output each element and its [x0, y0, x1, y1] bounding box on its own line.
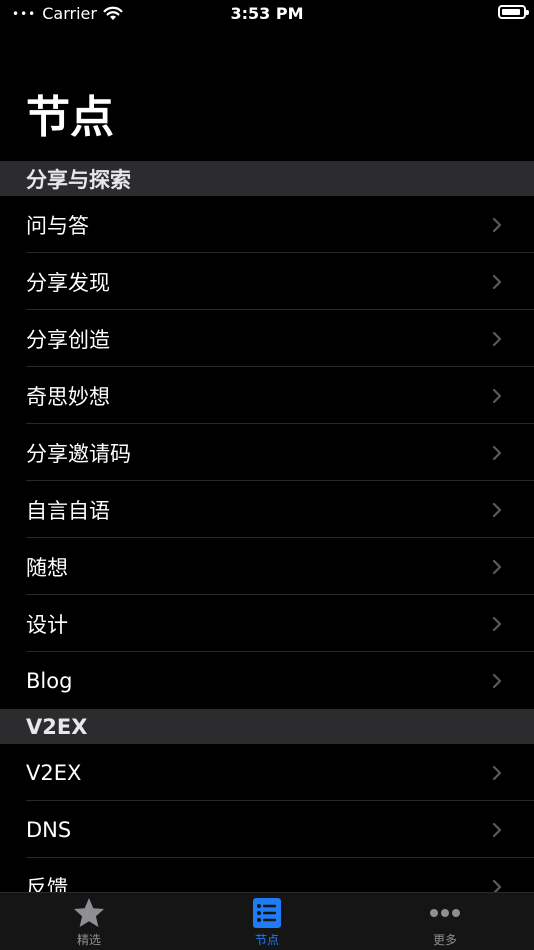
list-item[interactable]: 分享发现	[0, 253, 534, 310]
list-item-label: 分享创造	[26, 327, 110, 352]
chevron-right-icon	[488, 444, 506, 462]
chevron-right-icon	[488, 216, 506, 234]
tab-list[interactable]: 节点	[178, 893, 356, 950]
list-item[interactable]: 自言自语	[0, 481, 534, 538]
page-title: 节点	[26, 92, 114, 143]
list-item[interactable]: 奇思妙想	[0, 367, 534, 424]
battery-fill	[502, 9, 520, 15]
tab-bar: 精选 节点 更多	[0, 892, 534, 950]
star-icon	[71, 897, 107, 929]
chevron-right-icon	[488, 672, 506, 690]
tab-label: 更多	[432, 933, 457, 947]
tab-label: 节点	[254, 933, 279, 947]
chevron-right-icon	[488, 501, 506, 519]
list-item[interactable]: 问与答	[0, 196, 534, 253]
list-item[interactable]: DNS	[0, 801, 534, 858]
list-item-label: DNS	[26, 817, 72, 842]
status-time: 3:53 PM	[230, 4, 304, 23]
list-item[interactable]: 设计	[0, 595, 534, 652]
list-item[interactable]: V2EX	[0, 744, 534, 801]
battery-icon	[498, 5, 529, 19]
list-item[interactable]: 分享创造	[0, 310, 534, 367]
list-item-label: 分享邀请码	[26, 441, 131, 466]
more-dots-icon	[427, 897, 463, 929]
list-item-label: 随想	[26, 555, 68, 580]
list-icon	[249, 897, 285, 929]
list-item-label: 分享发现	[26, 270, 110, 295]
list-item-label: V2EX	[26, 760, 82, 785]
chevron-right-icon	[488, 821, 506, 839]
chevron-right-icon	[488, 387, 506, 405]
list-item-label: 设计	[26, 612, 68, 637]
list-item-label: 自言自语	[26, 498, 110, 523]
list-item[interactable]: 反馈	[0, 858, 534, 892]
section-header: 分享与探索	[0, 161, 534, 196]
status-bar: ••• Carrier 3:53 PM	[0, 0, 534, 28]
chevron-right-icon	[488, 878, 506, 892]
list-item-label: 奇思妙想	[26, 384, 110, 409]
list-item[interactable]: Blog	[0, 652, 534, 709]
chevron-right-icon	[488, 764, 506, 782]
list-item-label: Blog	[26, 668, 73, 693]
section-header: V2EX	[0, 709, 534, 744]
tab-label: 精选	[76, 933, 101, 947]
tab-star[interactable]: 精选	[0, 893, 178, 950]
list-item-label: 反馈	[26, 875, 68, 893]
list-item-label: 问与答	[26, 213, 89, 238]
chevron-right-icon	[488, 330, 506, 348]
list-item[interactable]: 分享邀请码	[0, 424, 534, 481]
chevron-right-icon	[488, 558, 506, 576]
chevron-right-icon	[488, 615, 506, 633]
list-item[interactable]: 随想	[0, 538, 534, 595]
node-list[interactable]: 分享与探索问与答分享发现分享创造奇思妙想分享邀请码自言自语随想设计 Blog V2E…	[0, 161, 534, 892]
chevron-right-icon	[488, 273, 506, 291]
tab-more-dots[interactable]: 更多	[356, 893, 534, 950]
